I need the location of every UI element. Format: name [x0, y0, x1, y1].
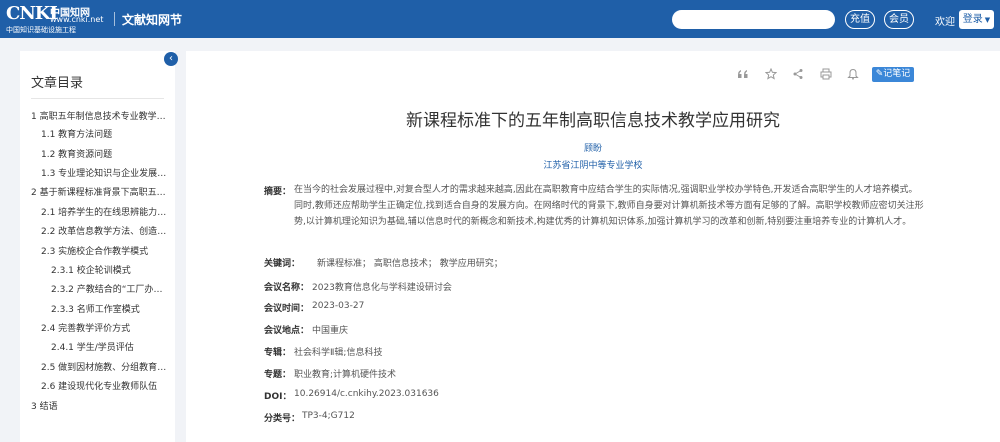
toc-item[interactable]: 2.3.1 校企轮训模式: [51, 265, 171, 277]
toc-item[interactable]: 2.4 完善教学评价方式: [41, 323, 171, 335]
recharge-button[interactable]: 充值: [845, 10, 875, 29]
welcome-text: 欢迎: [935, 17, 955, 28]
top-header: CNKI 中国知网 www.cnki.net 中国知识基础设施工程 文献知网节 …: [0, 0, 1000, 38]
login-button[interactable]: 登录 ▼: [959, 10, 994, 29]
field-label: 会议地点：: [264, 326, 310, 336]
cnki-logo[interactable]: CNKI 中国知网 www.cnki.net 中国知识基础设施工程: [6, 3, 110, 35]
field-label: 会议时间：: [264, 304, 310, 314]
field-label: 专辑：: [264, 348, 292, 358]
field-label: DOI：: [264, 392, 292, 402]
toc-item[interactable]: 2.5 做到因材施教、分组教育是...: [41, 362, 171, 374]
member-button[interactable]: 会员: [884, 10, 914, 29]
section-title[interactable]: 文献知网节: [122, 11, 182, 28]
toc-item[interactable]: 2.3 实施校企合作教学模式: [41, 246, 171, 258]
toc-item[interactable]: 2.4.1 学生/学员评估: [51, 342, 171, 354]
abstract-text: 在当今的社会发展过程中,对复合型人才的需求越来越高,因此在高职教育中应结合学生的…: [294, 185, 924, 227]
field-label: 会议名称：: [264, 283, 310, 293]
share-icon[interactable]: [791, 68, 805, 82]
search-input[interactable]: [672, 10, 835, 29]
author-link[interactable]: 顾盼: [186, 141, 1000, 154]
print-icon[interactable]: [819, 68, 833, 82]
doi-value[interactable]: 10.26914/c.cnkihy.2023.031636: [294, 389, 439, 399]
abstract-label: 摘要：: [264, 187, 292, 197]
field-label: 专题：: [264, 370, 292, 380]
topic-value: 职业教育;计算机硬件技术: [294, 370, 397, 380]
toc-item[interactable]: 1.3 专业理论知识与企业发展需...: [41, 168, 171, 180]
chevron-down-icon: ▼: [984, 16, 991, 24]
toc-sidebar: 文章目录 1 高职五年制信息技术专业教学中... 1.1 教育方法问题 1.2 …: [20, 51, 175, 442]
keywords-value[interactable]: 新课程标准； 高职信息技术； 教学应用研究；: [317, 256, 503, 269]
paper-title: 新课程标准下的五年制高职信息技术教学应用研究: [406, 111, 780, 131]
toc-item[interactable]: 1 高职五年制信息技术专业教学中...: [31, 111, 171, 123]
toc-title: 文章目录: [31, 76, 84, 91]
bell-icon[interactable]: [846, 68, 860, 82]
toc-item[interactable]: 2.1 培养学生的在线思辨能力和...: [41, 207, 171, 219]
toc-item[interactable]: 2 基于新课程标准背景下高职五年...: [31, 187, 171, 199]
header-divider: [114, 12, 115, 26]
field-label: 关键词：: [264, 259, 301, 269]
conference-location-value: 中国重庆: [312, 326, 349, 336]
toc-item[interactable]: 1.2 教育资源问题: [41, 149, 171, 161]
collapse-sidebar-icon[interactable]: ‹: [164, 52, 178, 66]
star-icon[interactable]: [764, 67, 778, 82]
classification-value: TP3-4;G712: [302, 411, 355, 421]
toc-item[interactable]: 1.1 教育方法问题: [41, 129, 171, 141]
take-notes-label: 记笔记: [883, 69, 911, 79]
login-label: 登录: [962, 14, 983, 25]
toc-item[interactable]: 2.6 建设现代化专业教师队伍: [41, 381, 171, 393]
toc-item[interactable]: 2.2 改革信息教学方法、创造良...: [41, 226, 171, 238]
toc-item[interactable]: 2.3.2 产教结合的“工厂办学”...: [51, 284, 171, 296]
toc-item[interactable]: 3 结语: [31, 401, 171, 413]
album-value: 社会科学Ⅱ辑;信息科技: [294, 348, 383, 358]
toc-item[interactable]: 2.3.3 名师工作室模式: [51, 304, 171, 316]
conference-date-value: 2023-03-27: [312, 301, 365, 311]
logo-url: www.cnki.net: [50, 15, 104, 24]
affiliation-link[interactable]: 江苏省江阴中等专业学校: [186, 158, 1000, 171]
logo-subtitle: 中国知识基础设施工程: [6, 26, 76, 34]
conference-name-value: 2023教育信息化与学科建设研讨会: [312, 283, 452, 293]
take-notes-button[interactable]: ✎记笔记: [872, 67, 914, 82]
field-label: 分类号：: [264, 414, 301, 424]
quote-icon[interactable]: [736, 68, 750, 82]
toc-divider: [31, 98, 164, 99]
